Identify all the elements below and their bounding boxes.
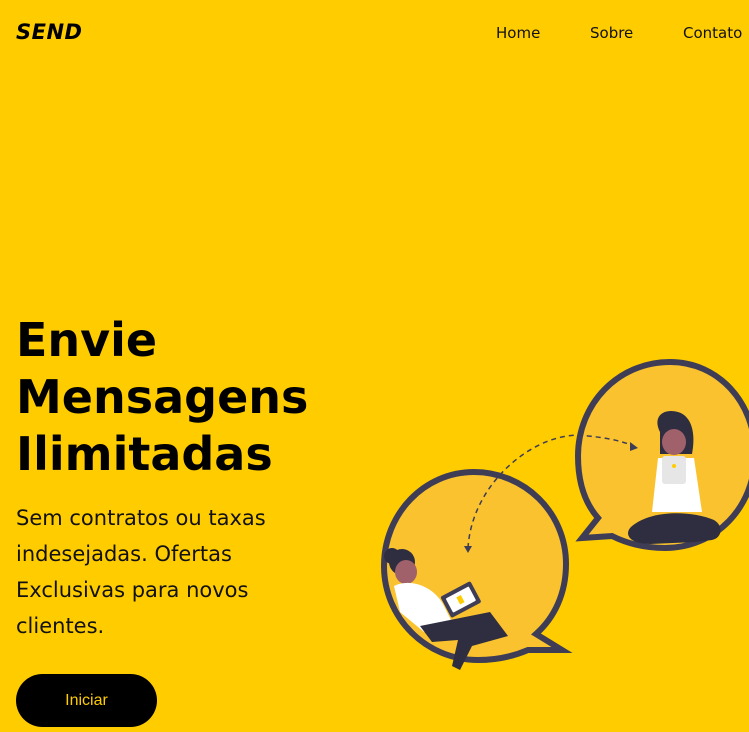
site-header: SEND Home Sobre Contato xyxy=(0,0,749,64)
hero-title: Envie Mensagens Ilimitadas xyxy=(16,312,316,483)
nav-link-sobre[interactable]: Sobre xyxy=(590,24,633,42)
chat-people-illustration-icon xyxy=(380,358,749,670)
hero-subtitle: Sem contratos ou taxas indesejadas. Ofer… xyxy=(16,506,266,638)
hero-title-line-2: Mensagens xyxy=(16,370,309,424)
main-nav: Home Sobre Contato xyxy=(0,24,749,44)
hero-title-line-3: Ilimitadas xyxy=(16,427,273,481)
nav-link-contato[interactable]: Contato xyxy=(683,24,742,42)
hero-title-line-1: Envie xyxy=(16,313,158,367)
nav-link-home[interactable]: Home xyxy=(496,24,540,42)
start-button[interactable]: Iniciar xyxy=(16,674,157,727)
